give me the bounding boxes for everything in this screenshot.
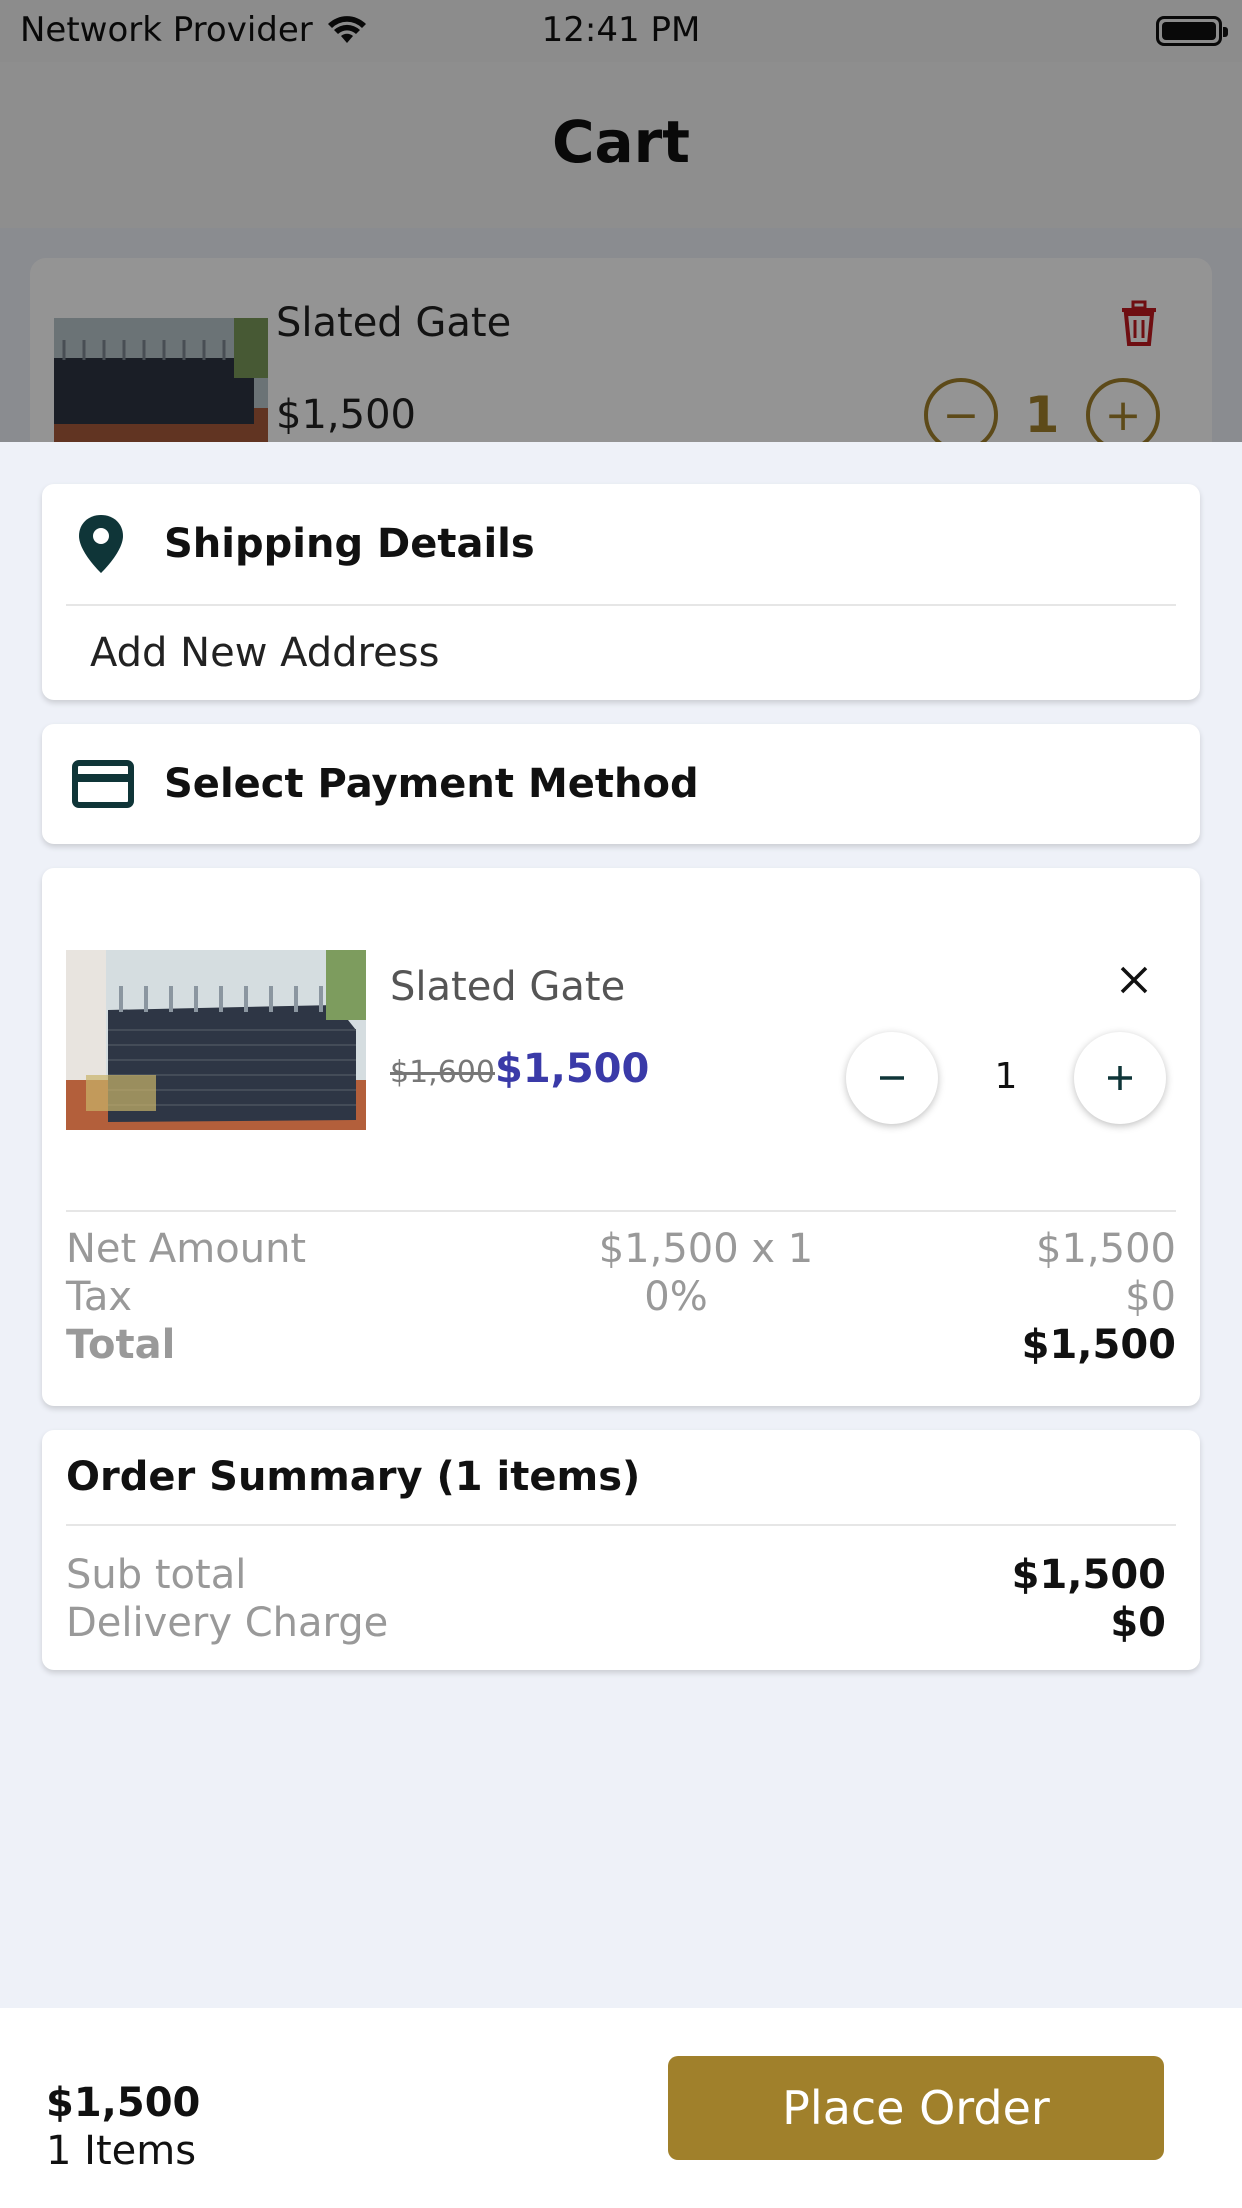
- tax-label: Tax: [66, 1274, 132, 1320]
- tax-value: $0: [1125, 1274, 1176, 1320]
- divider: [66, 604, 1176, 606]
- add-new-address-link[interactable]: Add New Address: [90, 630, 439, 676]
- credit-card-icon: [72, 760, 134, 808]
- close-icon[interactable]: [1116, 962, 1152, 998]
- net-amount-value: $1,500: [1036, 1226, 1176, 1272]
- net-amount-formula: $1,500 x 1: [598, 1226, 814, 1272]
- checkout-sheet: Shipping Details Add New Address Select …: [0, 442, 1242, 2008]
- background-cart-screen: Network Provider 12:41 PM Cart Slated Ga…: [0, 0, 1242, 442]
- delivery-charge-label: Delivery Charge: [66, 1600, 389, 1646]
- decrease-quantity-button[interactable]: [846, 1032, 938, 1124]
- total-value: $1,500: [1021, 1322, 1176, 1368]
- select-payment-method-button[interactable]: Select Payment Method: [42, 724, 1200, 844]
- divider: [66, 1524, 1176, 1526]
- subtotal-value: $1,500: [1011, 1552, 1166, 1598]
- select-payment-method-label: Select Payment Method: [164, 761, 699, 807]
- order-summary-title: Order Summary (1 items): [66, 1454, 641, 1500]
- product-image: [66, 950, 366, 1130]
- delivery-charge-value: $0: [1110, 1600, 1166, 1646]
- modal-dim-overlay[interactable]: [0, 0, 1242, 442]
- minus-icon: [880, 1076, 904, 1080]
- original-price: $1,600: [390, 1055, 495, 1090]
- bottom-total: $1,500: [46, 2080, 201, 2126]
- checkout-bottom-bar: $1,500 1 Items Place Order: [0, 2008, 1242, 2208]
- total-label: Total: [66, 1322, 176, 1368]
- item-name: Slated Gate: [390, 964, 626, 1010]
- cart-item-card: Slated Gate $1,600 $1,500 1 Net Amount $…: [42, 868, 1200, 1406]
- place-order-button[interactable]: Place Order: [668, 2056, 1164, 2160]
- quantity-value: 1: [994, 1056, 1018, 1097]
- plus-icon: [1108, 1066, 1132, 1090]
- divider: [66, 1210, 1176, 1212]
- sale-price: $1,500: [494, 1046, 650, 1092]
- shipping-details-card: Shipping Details Add New Address: [42, 484, 1200, 700]
- order-summary-card: Order Summary (1 items) Sub total $1,500…: [42, 1430, 1200, 1670]
- location-pin-icon: [79, 515, 123, 573]
- bottom-item-count: 1 Items: [46, 2128, 197, 2174]
- subtotal-label: Sub total: [66, 1552, 247, 1598]
- tax-rate: 0%: [644, 1274, 708, 1320]
- quantity-stepper: 1: [846, 1032, 1166, 1128]
- net-amount-label: Net Amount: [66, 1226, 307, 1272]
- shipping-details-title: Shipping Details: [164, 521, 535, 567]
- increase-quantity-button[interactable]: [1074, 1032, 1166, 1124]
